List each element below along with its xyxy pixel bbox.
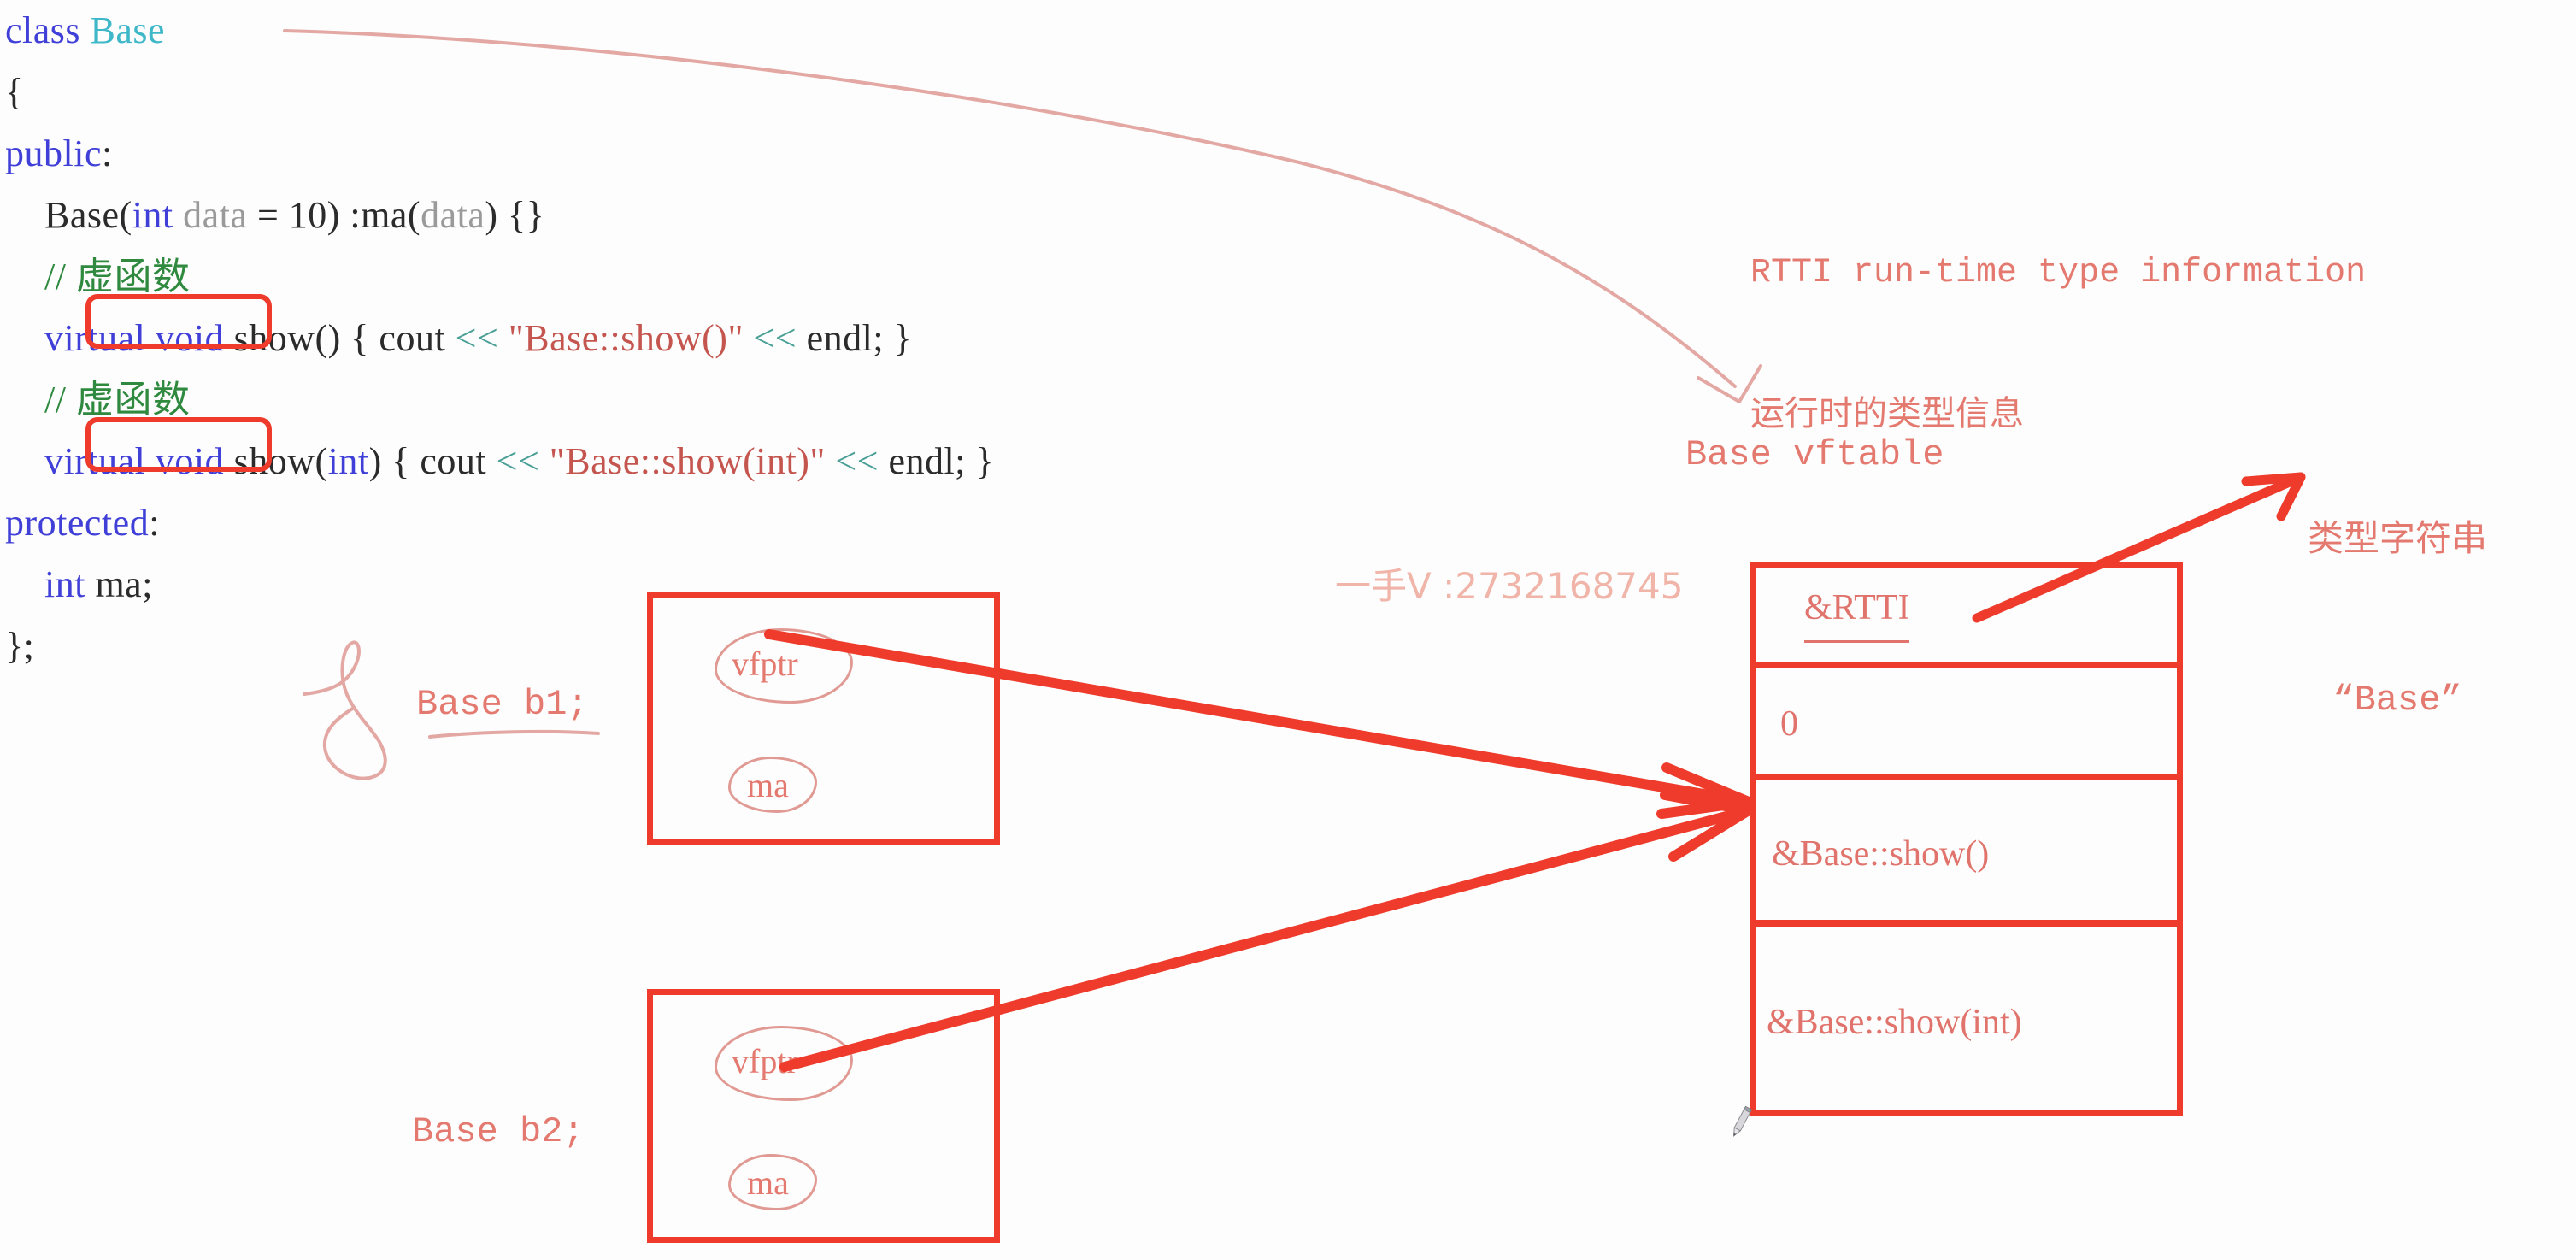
object-b1-label: Base b1; xyxy=(416,684,589,725)
rtti-annotation-en: RTTI run-time type information xyxy=(1750,254,2367,292)
vftable-row-show-label: &Base::show() xyxy=(1772,833,1990,874)
vftable-row-rtti-label: &RTTI xyxy=(1804,587,1910,643)
code-line-7: virtual void show(int) { cout << "Base::… xyxy=(44,440,995,482)
code-line-0: class Base xyxy=(5,9,166,51)
pencil-cursor xyxy=(1732,1105,1752,1137)
whiteboard-canvas: class Base { public: Base(int data = 10) :… xyxy=(0,0,2576,1260)
type-string-value: “Base” xyxy=(2332,680,2462,721)
vftable-row-show: &Base::show() xyxy=(1756,787,2177,927)
vftable-row-show-int-label: &Base::show(int) xyxy=(1767,1002,2022,1042)
code-block: class Base { public: Base(int data = 10) :… xyxy=(5,0,994,677)
vftable-row-zero: 0 xyxy=(1756,674,2177,780)
vftable-row-rtti: &RTTI xyxy=(1756,568,2177,668)
vftable-box: &RTTI 0 &Base::show() &Base::show(int) xyxy=(1750,562,2183,1116)
code-line-2: public: xyxy=(5,132,113,174)
watermark-text: 一手V :2732168745 xyxy=(1335,565,1684,607)
code-line-5: virtual void show() { cout << "Base::sho… xyxy=(44,317,913,359)
object-box-b2: vfptr ma xyxy=(647,989,1000,1243)
vftable-row-zero-label: 0 xyxy=(1780,704,1798,744)
object-b2-label: Base b2; xyxy=(412,1111,585,1152)
object-b2-field-vfptr: vfptr xyxy=(732,1042,798,1080)
code-line-4: // 虚函数 xyxy=(5,256,191,297)
code-line-6: // 虚函数 xyxy=(5,379,191,421)
rtti-annotation: RTTI run-time type information 运行时的类型信息 xyxy=(1750,154,2366,537)
code-line-1: { xyxy=(5,71,24,113)
code-line-8: protected: xyxy=(5,502,160,544)
code-line-3: Base(int data = 10) :ma(data) {} xyxy=(5,194,545,236)
type-string-label: 类型字符串 xyxy=(2308,521,2488,562)
vftable-row-show-int: &Base::show(int) xyxy=(1756,933,2177,1110)
type-string-annotation: 类型字符串 “Base” xyxy=(2308,409,2487,833)
object-b2-field-ma: ma xyxy=(747,1163,789,1202)
b1-underline xyxy=(428,729,600,739)
vftable-label: Base vftable xyxy=(1685,434,1944,475)
object-b1-field-ma: ma xyxy=(747,766,789,804)
object-b1-field-vfptr: vfptr xyxy=(732,645,798,683)
object-box-b1: vfptr ma xyxy=(647,592,1000,845)
